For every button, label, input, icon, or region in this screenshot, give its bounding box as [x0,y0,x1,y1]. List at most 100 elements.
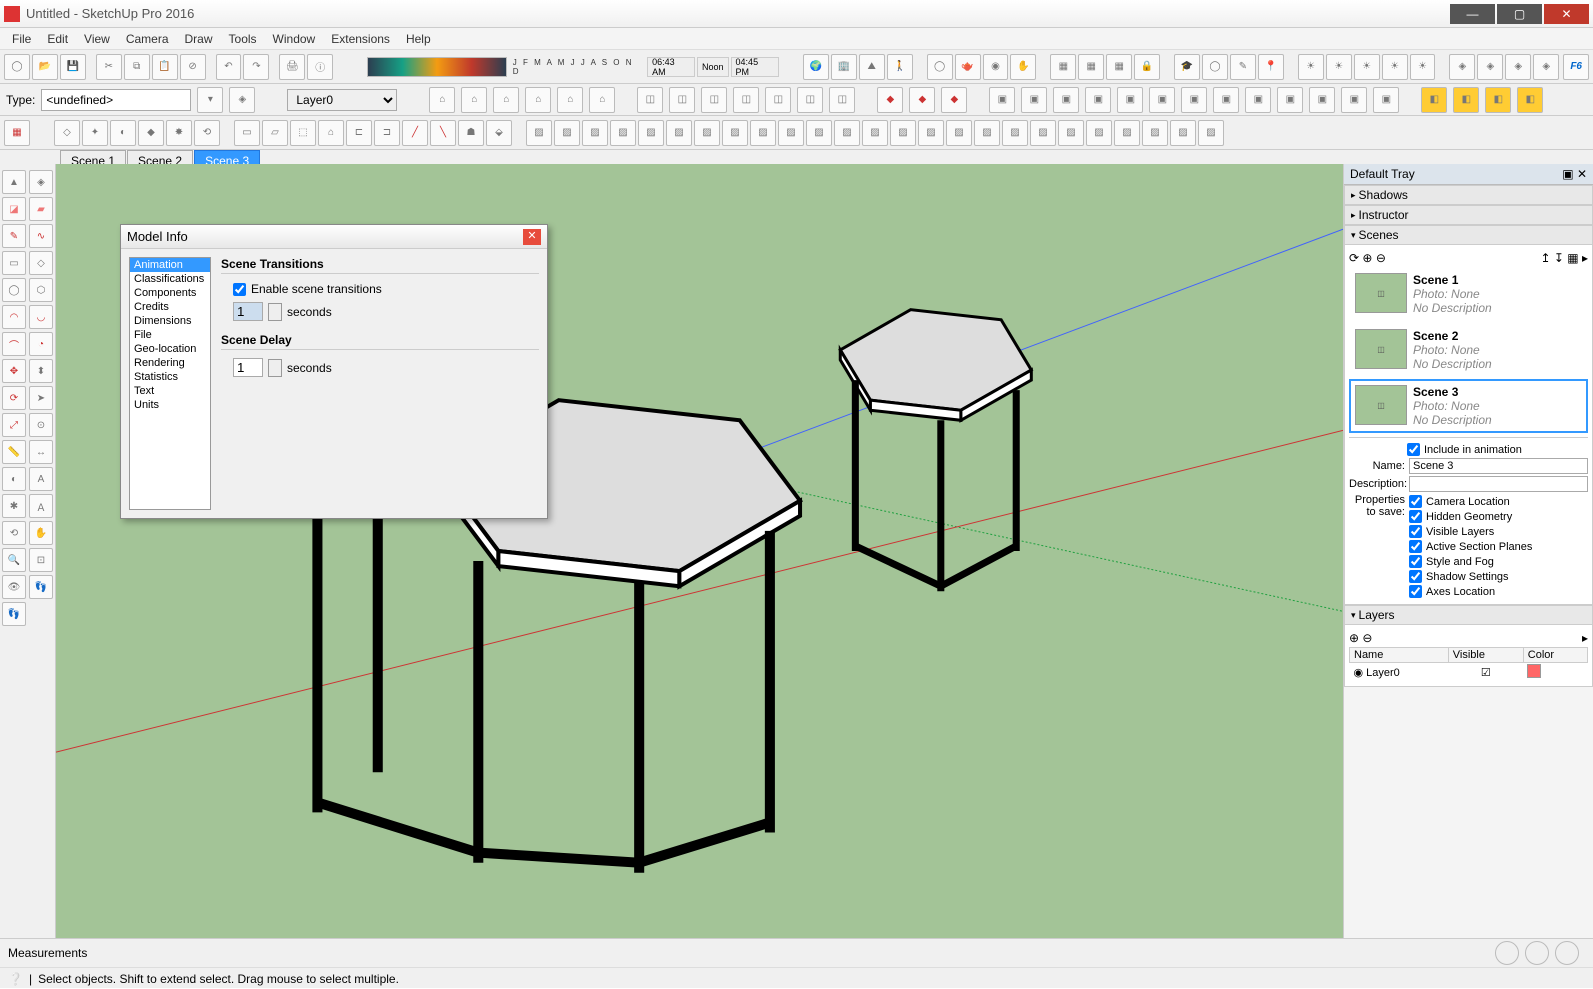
yellowbox2-icon[interactable]: ◧ [1453,87,1479,113]
sb-icon-3[interactable] [1555,941,1579,965]
scene-view-icon[interactable]: ▦ [1567,251,1578,265]
house1-icon[interactable]: ⌂ [429,87,455,113]
house6-icon[interactable]: ⌂ [589,87,615,113]
move-tool-icon[interactable]: ✥ [2,359,26,383]
sun1-icon[interactable]: ☀ [1298,54,1324,80]
3dtext-tool-icon[interactable]: Ａ [29,494,53,518]
layer-menu-icon[interactable]: ▸ [1582,631,1588,645]
component-tool-icon[interactable]: ◈ [29,170,53,194]
menu-view[interactable]: View [76,30,118,48]
rotrect-tool-icon[interactable]: ◇ [29,251,53,275]
dialog-category-item[interactable]: File [130,328,210,342]
t3x10-icon[interactable]: ▨ [806,120,832,146]
red3-icon[interactable]: ◆ [941,87,967,113]
t3x4-icon[interactable]: ▨ [638,120,664,146]
sun3-icon[interactable]: ☀ [1354,54,1380,80]
layer-row[interactable]: ◉ Layer0☑ [1350,663,1588,683]
red1-icon[interactable]: ◆ [877,87,903,113]
view2-icon[interactable]: ▦ [1078,54,1104,80]
t3i-icon[interactable]: ⬚ [290,120,316,146]
close-button[interactable]: ✕ [1544,4,1589,24]
dialog-category-item[interactable]: Text [130,384,210,398]
box4-icon[interactable]: ◈ [1533,54,1559,80]
cube6-icon[interactable]: ◫ [797,87,823,113]
t3x6-icon[interactable]: ▨ [694,120,720,146]
box1-icon[interactable]: ◈ [1449,54,1475,80]
panel-layers[interactable]: Layers [1344,605,1593,625]
t3x11-icon[interactable]: ▨ [834,120,860,146]
menu-extensions[interactable]: Extensions [323,30,398,48]
render2-icon[interactable]: ▣ [1021,87,1047,113]
scene-name-input[interactable] [1409,458,1588,474]
t3h-icon[interactable]: ▱ [262,120,288,146]
pencil2-icon[interactable]: ✎ [1230,54,1256,80]
render10-icon[interactable]: ▣ [1277,87,1303,113]
circle1-icon[interactable]: ◯ [927,54,953,80]
freehand-tool-icon[interactable]: ∿ [29,224,53,248]
ring-icon[interactable]: ◯ [1202,54,1228,80]
panel-scenes[interactable]: Scenes [1344,225,1593,245]
render3-icon[interactable]: ▣ [1053,87,1079,113]
render11-icon[interactable]: ▣ [1309,87,1335,113]
layer-add-icon[interactable]: ⊕ [1349,631,1359,645]
layer-select[interactable]: Layer0 [287,89,397,111]
dialog-title-bar[interactable]: Model Info ✕ [121,225,547,249]
sect-tool-icon[interactable]: 👁 [2,575,26,599]
copy-icon[interactable]: ⧉ [124,54,150,80]
dialog-category-item[interactable]: Geo-location [130,342,210,356]
dialog-category-item[interactable]: Credits [130,300,210,314]
scene-list-item[interactable]: ◫Scene 1Photo: NoneNo Description [1349,267,1588,321]
scene-list-item[interactable]: ◫Scene 2Photo: NoneNo Description [1349,323,1588,377]
t3c-icon[interactable]: ◐ [110,120,136,146]
select-tool-icon[interactable]: ▲ [2,170,26,194]
pin-icon[interactable]: 📍 [1258,54,1284,80]
t3x7-icon[interactable]: ▨ [722,120,748,146]
delete-icon[interactable]: ⊘ [180,54,206,80]
tray-header[interactable]: Default Tray▣ ✕ [1344,164,1593,185]
print-icon[interactable]: 🖨 [279,54,305,80]
sb-icon-2[interactable] [1525,941,1549,965]
offset-tool-icon[interactable]: ⊙ [29,413,53,437]
eraser-tool-icon[interactable]: ◪ [2,197,26,221]
maximize-button[interactable]: ▢ [1497,4,1542,24]
t3o-icon[interactable]: ☗ [458,120,484,146]
protractor-tool-icon[interactable]: ◐ [2,467,26,491]
menu-draw[interactable]: Draw [177,30,221,48]
t3x15-icon[interactable]: ▨ [946,120,972,146]
zoomwin-tool-icon[interactable]: ⊡ [29,548,53,572]
yellowbox3-icon[interactable]: ◧ [1485,87,1511,113]
prop-check[interactable] [1409,555,1422,568]
rotate-tool-icon[interactable]: ⟳ [2,386,26,410]
circle-tool-icon[interactable]: ◯ [2,278,26,302]
t3l-icon[interactable]: ⊐ [374,120,400,146]
scene-add-icon[interactable]: ⊕ [1362,251,1372,265]
t3x19-icon[interactable]: ▨ [1058,120,1084,146]
type-btn1[interactable]: ▾ [197,87,223,113]
redo-icon[interactable]: ↷ [243,54,269,80]
undo-icon[interactable]: ↶ [216,54,242,80]
dialog-category-item[interactable]: Dimensions [130,314,210,328]
render13-icon[interactable]: ▣ [1373,87,1399,113]
followme-tool-icon[interactable]: ➤ [29,386,53,410]
t3x17-icon[interactable]: ▨ [1002,120,1028,146]
house4-icon[interactable]: ⌂ [525,87,551,113]
pie-tool-icon[interactable]: ◔ [29,332,53,356]
scene-refresh-icon[interactable]: ⟳ [1349,251,1359,265]
t3x20-icon[interactable]: ▨ [1086,120,1112,146]
scene-menu-icon[interactable]: ▸ [1582,251,1588,265]
sun5-icon[interactable]: ☀ [1410,54,1436,80]
red2-icon[interactable]: ◆ [909,87,935,113]
cube3-icon[interactable]: ◫ [701,87,727,113]
shadow-date-slider[interactable] [367,57,507,77]
terrain-icon[interactable]: ⛰ [859,54,885,80]
t3j-icon[interactable]: ⌂ [318,120,344,146]
sphere-icon[interactable]: ◉ [983,54,1009,80]
menu-tools[interactable]: Tools [221,30,265,48]
scene-up-icon[interactable]: ↥ [1540,251,1550,265]
t3e-icon[interactable]: ✸ [166,120,192,146]
dialog-category-item[interactable]: Components [130,286,210,300]
layer-color-swatch[interactable] [1527,664,1541,678]
t3x16-icon[interactable]: ▨ [974,120,1000,146]
arc2-tool-icon[interactable]: ◡ [29,305,53,329]
axes-tool-icon[interactable]: ✱ [2,494,26,518]
